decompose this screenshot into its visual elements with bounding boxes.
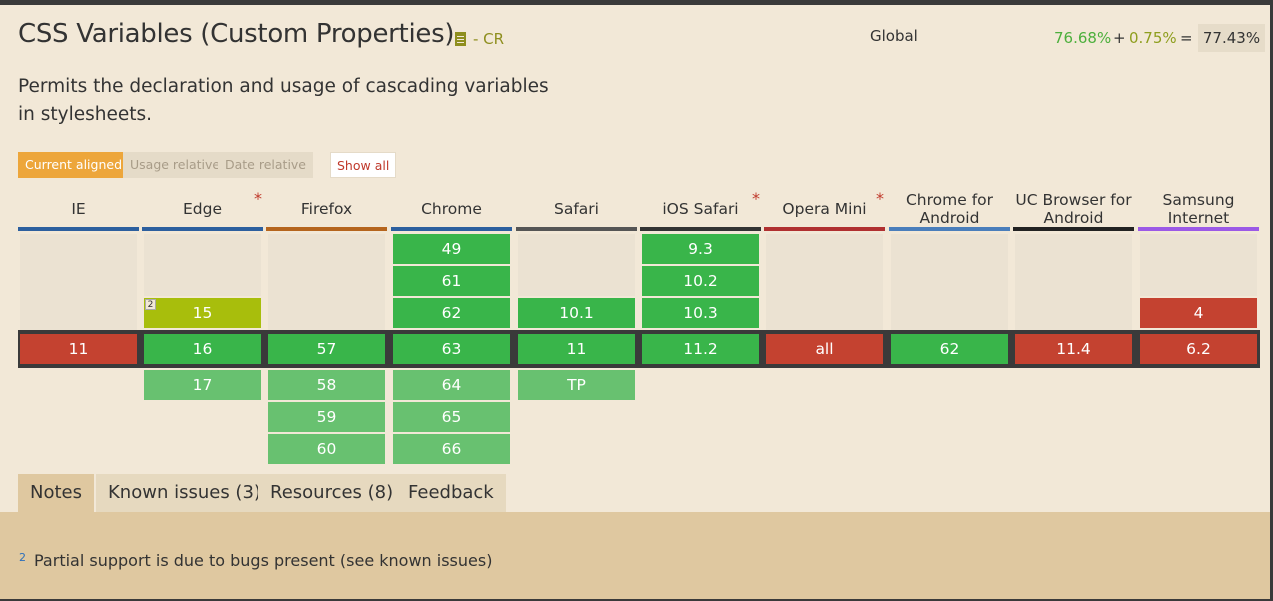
future-version-cell[interactable]: TP bbox=[518, 370, 635, 400]
version-cell[interactable]: 62 bbox=[393, 298, 510, 328]
browser-name: iOS Safari bbox=[662, 199, 739, 218]
current-version-cell[interactable]: 57 bbox=[268, 334, 385, 364]
browser-name: Opera Mini bbox=[782, 199, 867, 218]
version-label: 62 bbox=[441, 304, 462, 322]
browser-name: Samsung Internet bbox=[1162, 190, 1235, 227]
browser-color-bar bbox=[1138, 227, 1259, 231]
usage-equals: = bbox=[1180, 29, 1193, 47]
document-icon[interactable] bbox=[455, 32, 466, 46]
future-version-cell[interactable]: 59 bbox=[268, 402, 385, 432]
version-cell[interactable]: 61 bbox=[393, 266, 510, 296]
partial-note-marker: 2 bbox=[145, 299, 156, 310]
future-version-cell[interactable]: 65 bbox=[393, 402, 510, 432]
usage-partial: 0.75% bbox=[1129, 29, 1177, 47]
current-version-cell[interactable]: 11 bbox=[20, 334, 137, 364]
empty-version-cell bbox=[891, 234, 1008, 330]
empty-version-cell bbox=[144, 234, 261, 296]
browser-header: Safari bbox=[516, 190, 637, 227]
current-version-cell[interactable]: 11.2 bbox=[642, 334, 759, 364]
future-version-cell[interactable]: 66 bbox=[393, 434, 510, 464]
version-cell[interactable]: 49 bbox=[393, 234, 510, 264]
current-version-cell[interactable]: 16 bbox=[144, 334, 261, 364]
tab-feedback[interactable]: Feedback bbox=[396, 474, 506, 512]
future-version-cell[interactable]: 60 bbox=[268, 434, 385, 464]
version-cell[interactable]: 10.1 bbox=[518, 298, 635, 328]
date-relative-button[interactable]: Date relative bbox=[218, 152, 313, 178]
current-version-cell[interactable]: 63 bbox=[393, 334, 510, 364]
browser-name: Safari bbox=[554, 199, 599, 218]
usage-relative-button[interactable]: Usage relative bbox=[123, 152, 228, 178]
browser-name: Chrome bbox=[421, 199, 482, 218]
tab-known-issues[interactable]: Known issues (3) bbox=[96, 474, 273, 512]
note-text: Partial support is due to bugs present (… bbox=[34, 551, 493, 570]
version-cell[interactable]: 4 bbox=[1140, 298, 1257, 328]
feature-description: Permits the declaration and usage of cas… bbox=[18, 76, 549, 125]
usage-total: 77.43% bbox=[1198, 24, 1265, 52]
future-version-cell[interactable]: 64 bbox=[393, 370, 510, 400]
browser-name: Firefox bbox=[300, 199, 353, 218]
browser-color-bar bbox=[391, 227, 512, 231]
browser-name: Chrome for Android bbox=[905, 190, 994, 227]
note-number: 2 bbox=[19, 551, 26, 564]
browser-color-bar bbox=[142, 227, 263, 231]
browser-note-asterisk: * bbox=[752, 189, 760, 208]
current-version-cell[interactable]: all bbox=[766, 334, 883, 364]
browser-note-asterisk: * bbox=[876, 189, 884, 208]
empty-version-cell bbox=[766, 234, 883, 330]
browser-header: Chrome for Android bbox=[889, 190, 1010, 227]
show-all-button[interactable]: Show all bbox=[330, 152, 397, 178]
region-label: Global bbox=[870, 27, 918, 45]
future-version-cell[interactable]: 17 bbox=[144, 370, 261, 400]
usage-plus: + bbox=[1113, 29, 1126, 47]
current-aligned-button[interactable]: Current aligned bbox=[18, 152, 130, 178]
future-version-cell[interactable]: 58 bbox=[268, 370, 385, 400]
version-label: 49 bbox=[441, 240, 462, 258]
version-label: 10.3 bbox=[683, 304, 718, 322]
browser-header: Firefox bbox=[266, 190, 387, 227]
browser-name: Edge bbox=[182, 199, 222, 218]
version-label: 9.3 bbox=[688, 240, 713, 258]
empty-version-cell bbox=[268, 234, 385, 330]
empty-version-cell bbox=[518, 234, 635, 296]
version-label: 61 bbox=[441, 272, 462, 290]
current-version-cell[interactable]: 11 bbox=[518, 334, 635, 364]
browser-name: IE bbox=[71, 199, 86, 218]
browser-header: iOS Safari bbox=[640, 190, 761, 227]
browser-header: Samsung Internet bbox=[1138, 190, 1259, 227]
browser-color-bar bbox=[889, 227, 1010, 231]
usage-full: 76.68% bbox=[1054, 29, 1112, 47]
browser-header: UC Browser for Android bbox=[1013, 190, 1134, 227]
version-label: 10.2 bbox=[683, 272, 718, 290]
version-cell[interactable]: 10.3 bbox=[642, 298, 759, 328]
browser-color-bar bbox=[764, 227, 885, 231]
current-version-cell[interactable]: 6.2 bbox=[1140, 334, 1257, 364]
browser-header: IE bbox=[18, 190, 139, 227]
browser-color-bar bbox=[640, 227, 761, 231]
spec-status[interactable]: - CR bbox=[473, 30, 504, 48]
browser-header: Opera Mini bbox=[764, 190, 885, 227]
version-label: 4 bbox=[1193, 304, 1204, 322]
page-title: CSS Variables (Custom Properties) bbox=[18, 19, 455, 49]
browser-name: UC Browser for Android bbox=[1015, 190, 1132, 227]
version-label: 15 bbox=[192, 304, 213, 322]
browser-color-bar bbox=[1013, 227, 1134, 231]
empty-version-cell bbox=[1015, 234, 1132, 330]
browser-note-asterisk: * bbox=[254, 189, 262, 208]
empty-version-cell bbox=[1140, 234, 1257, 296]
browser-header: Chrome bbox=[391, 190, 512, 227]
caniuse-feature-panel: CSS Variables (Custom Properties) - CR G… bbox=[0, 5, 1270, 599]
version-cell[interactable]: 10.2 bbox=[642, 266, 759, 296]
browser-color-bar bbox=[516, 227, 637, 231]
tab-notes[interactable]: Notes bbox=[18, 474, 94, 512]
current-version-cell[interactable]: 62 bbox=[891, 334, 1008, 364]
browser-header: Edge bbox=[142, 190, 263, 227]
browser-color-bar bbox=[266, 227, 387, 231]
empty-version-cell bbox=[20, 234, 137, 330]
tab-resources[interactable]: Resources (8) bbox=[258, 474, 406, 512]
current-version-cell[interactable]: 11.4 bbox=[1015, 334, 1132, 364]
version-cell[interactable]: 15 2 bbox=[144, 298, 261, 328]
version-cell[interactable]: 9.3 bbox=[642, 234, 759, 264]
browser-color-bar bbox=[18, 227, 139, 231]
version-label: 10.1 bbox=[559, 304, 594, 322]
